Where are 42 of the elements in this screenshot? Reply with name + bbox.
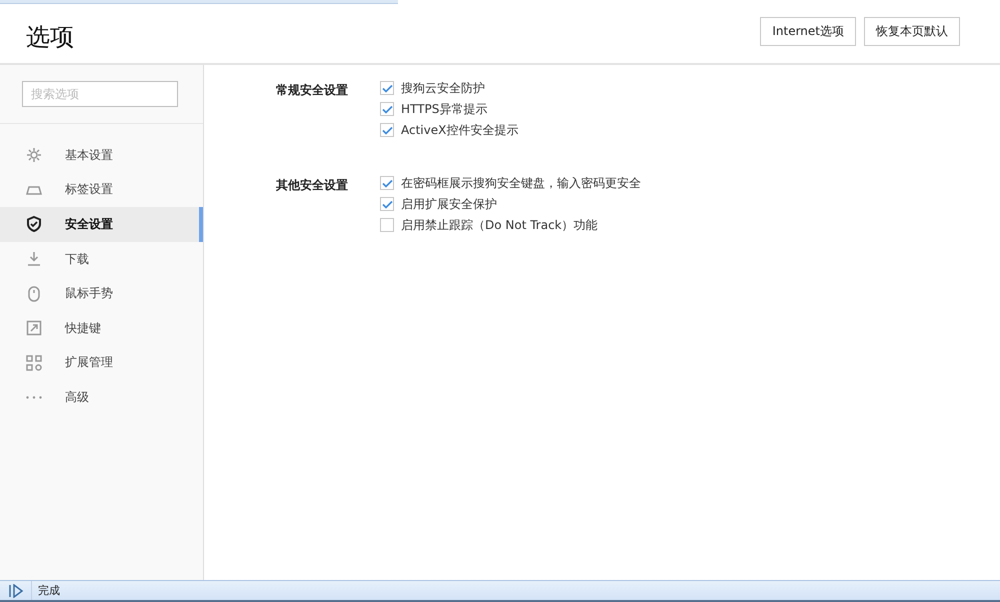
- sidebar-item-label: 安全设置: [65, 216, 113, 233]
- checkbox[interactable]: [380, 102, 394, 116]
- page-title: 选项: [26, 22, 75, 52]
- section-title: 常规安全设置: [276, 82, 349, 99]
- header-button[interactable]: Internet选项: [760, 17, 856, 46]
- download-icon: [25, 250, 43, 268]
- sidebar-item[interactable]: 安全设置: [0, 207, 203, 242]
- option-label: 启用禁止跟踪（Do Not Track）功能: [401, 216, 598, 234]
- sidebar-item-label: 下载: [65, 250, 89, 268]
- sidebar-item[interactable]: 下载: [0, 242, 203, 276]
- search-field[interactable]: 搜索选项: [22, 81, 178, 107]
- option-label: 搜狗云安全防护: [401, 80, 485, 96]
- option-label: 在密码框展示搜狗安全键盘，输入密码更安全: [401, 174, 641, 192]
- sidebar-item-label: 鼠标手势: [65, 285, 113, 302]
- sidebar-item[interactable]: 扩展管理: [0, 346, 203, 380]
- checkbox[interactable]: [380, 197, 394, 211]
- status-text: 完成: [37, 583, 60, 598]
- option-label: HTTPS异常提示: [401, 100, 488, 118]
- sidebar-toggle-icon[interactable]: [8, 584, 24, 598]
- sidebar-item-label: 高级: [65, 388, 89, 406]
- sidebar-item[interactable]: 基本设置: [0, 138, 203, 173]
- sidebar-item-label: 快捷键: [65, 320, 101, 337]
- section-title: 其他安全设置: [276, 177, 349, 194]
- sidebar-item[interactable]: 鼠标手势: [0, 276, 203, 311]
- option-label: 启用扩展安全保护: [401, 196, 497, 212]
- sidebar-item[interactable]: 高级: [0, 380, 203, 415]
- sidebar-item-label: 扩展管理: [65, 354, 113, 372]
- sidebar-item-label: 标签设置: [65, 181, 113, 198]
- header-button[interactable]: 恢复本页默认: [864, 17, 960, 46]
- sidebar-item-label: 基本设置: [65, 146, 113, 164]
- sidebar-item[interactable]: 标签设置: [0, 172, 203, 208]
- checkbox[interactable]: [380, 123, 394, 137]
- sidebar-item[interactable]: 快捷键: [0, 310, 203, 346]
- more-icon: [26, 396, 42, 399]
- shield-check-icon: [25, 215, 43, 234]
- grid-icon: [25, 354, 43, 372]
- option-label: ActiveX控件安全提示: [401, 122, 518, 138]
- gear-icon: [25, 146, 43, 164]
- shortcut-icon: [25, 319, 43, 338]
- checkbox[interactable]: [380, 176, 394, 190]
- checkbox[interactable]: [380, 81, 394, 95]
- checkbox[interactable]: [380, 218, 394, 232]
